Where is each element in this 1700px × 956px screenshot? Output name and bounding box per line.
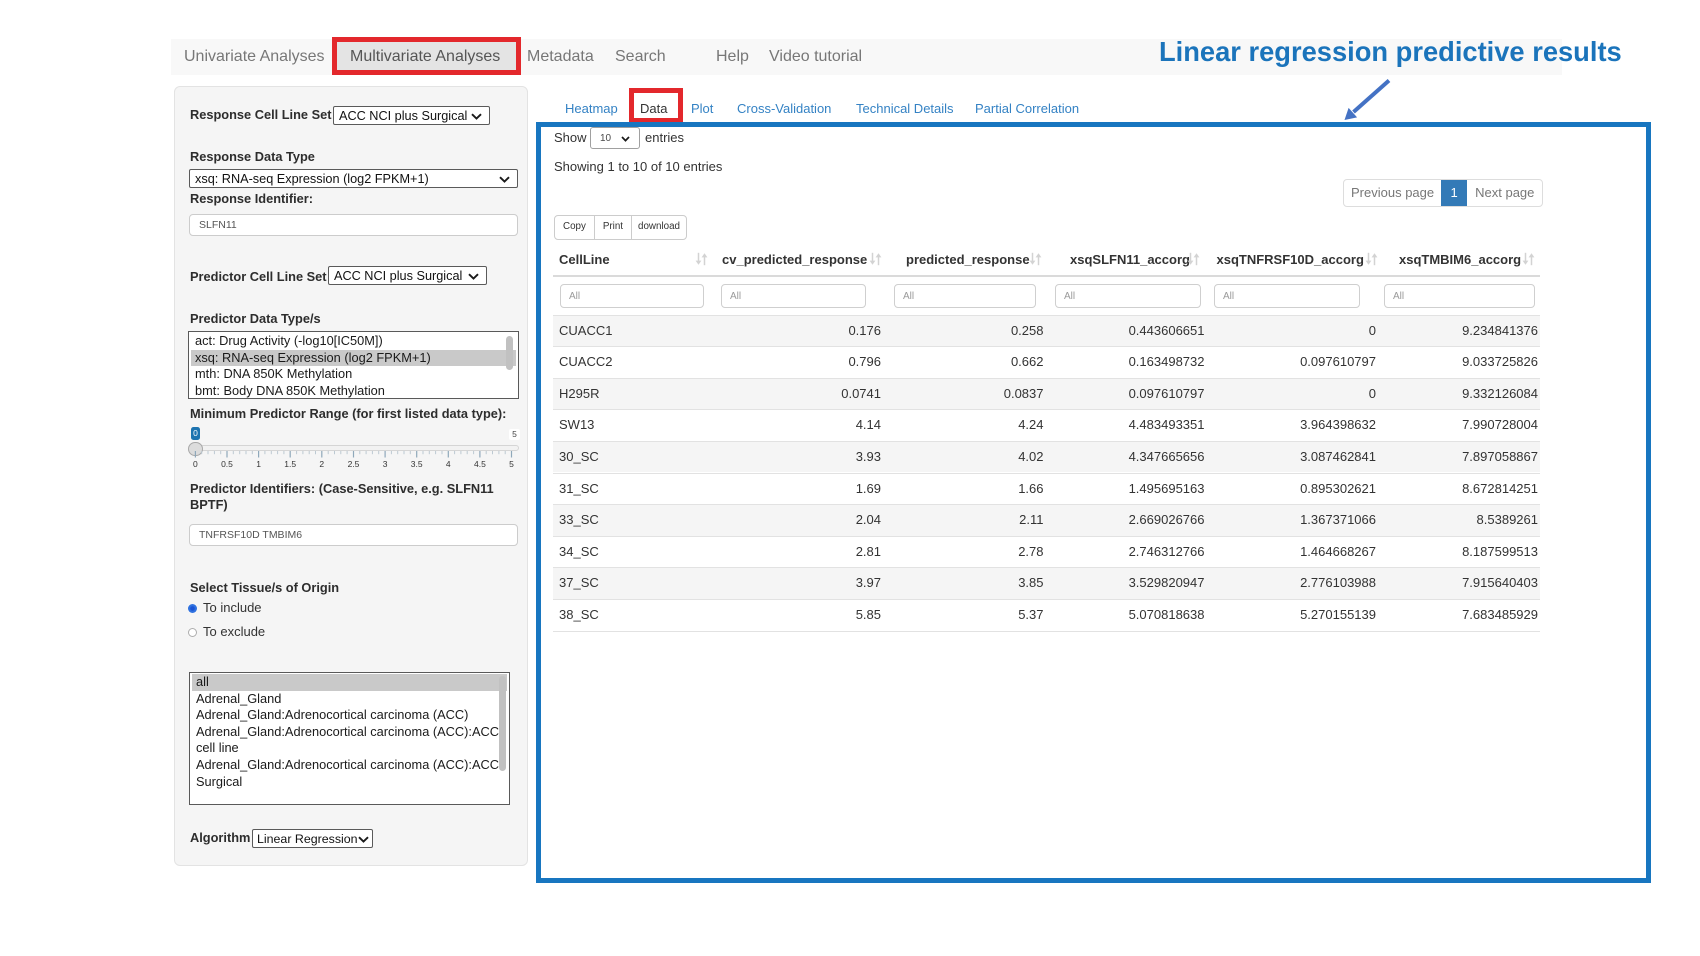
svg-text:1.5: 1.5 xyxy=(284,459,296,469)
svg-text:4: 4 xyxy=(446,459,451,469)
svg-text:3: 3 xyxy=(383,459,388,469)
svg-text:5: 5 xyxy=(509,459,514,469)
svg-text:4.5: 4.5 xyxy=(474,459,486,469)
svg-text:2: 2 xyxy=(319,459,324,469)
svg-text:2.5: 2.5 xyxy=(348,459,360,469)
svg-text:1: 1 xyxy=(256,459,261,469)
svg-text:3.5: 3.5 xyxy=(411,459,423,469)
svg-text:0.5: 0.5 xyxy=(221,459,233,469)
svg-text:0: 0 xyxy=(193,459,198,469)
